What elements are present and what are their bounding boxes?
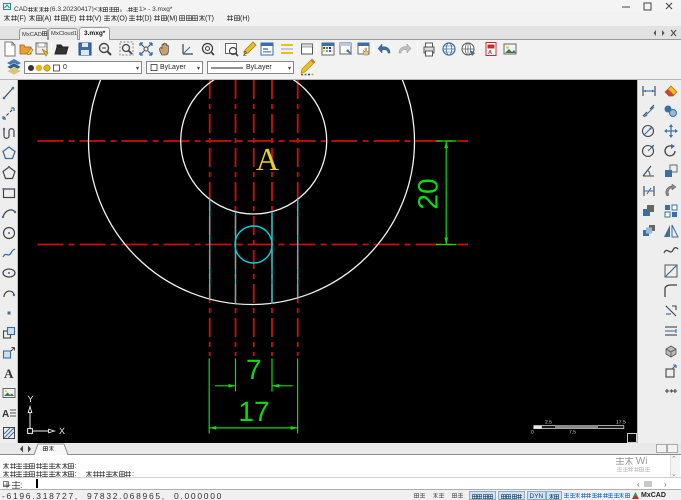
svg-text:7.5: 7.5 — [569, 430, 576, 436]
svg-text:A: A — [4, 366, 14, 381]
svg-text:20: 20 — [412, 178, 443, 209]
svg-text:2.5: 2.5 — [545, 420, 552, 426]
svg-text:17.5: 17.5 — [616, 420, 626, 426]
svg-text:A: A — [256, 141, 279, 177]
svg-text:Y: Y — [27, 394, 33, 404]
svg-text:X: X — [59, 426, 65, 436]
svg-text:7: 7 — [246, 354, 262, 385]
svg-text:0: 0 — [531, 430, 534, 436]
svg-text:17: 17 — [238, 396, 269, 427]
svg-text:A: A — [488, 50, 492, 56]
svg-text:A: A — [2, 409, 9, 420]
